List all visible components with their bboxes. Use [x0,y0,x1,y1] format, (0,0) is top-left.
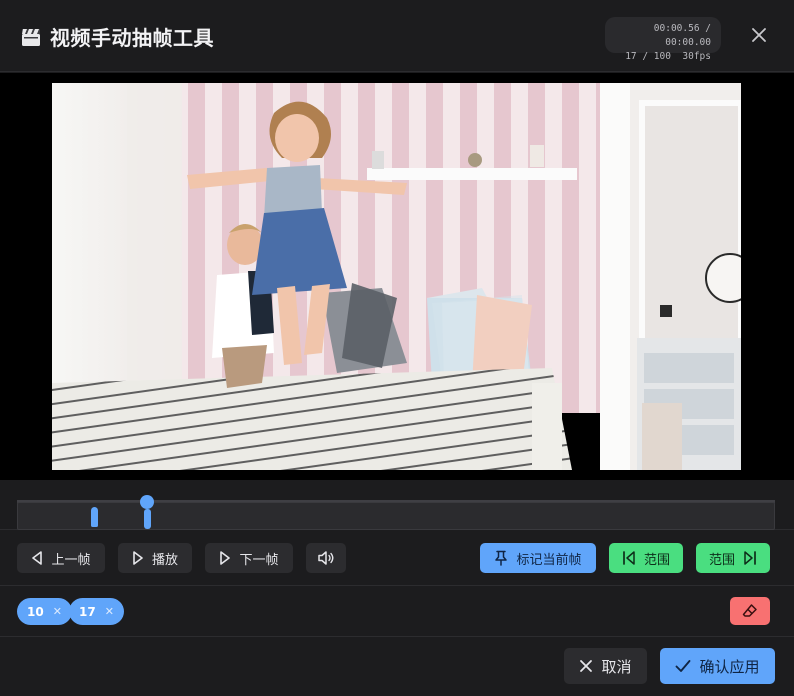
play-button[interactable]: 播放 [118,543,192,573]
close-button[interactable] [746,22,772,48]
time-position-text: 00:00.56 / 00:00.00 [653,23,711,48]
frame-marker-10[interactable] [91,507,98,527]
remove-tag-icon[interactable]: ✕ [105,605,114,618]
frame-timeline [0,480,794,530]
range-start-button[interactable]: 范围 [609,543,683,573]
video-preview-area [0,73,794,480]
prev-frame-label: 上一帧 [51,552,91,568]
mark-current-frame-button[interactable]: 标记当前帧 [480,543,596,573]
apply-button[interactable]: 确认应用 [660,648,775,684]
frame-position-text: 17 / 100 30fps [625,51,711,62]
timeline-track[interactable] [17,502,775,530]
check-icon [676,660,691,672]
frame-tag[interactable]: 17 ✕ [69,598,124,625]
play-icon [133,551,143,565]
next-frame-button[interactable]: 下一帧 [205,543,293,573]
range-end-icon [744,551,756,565]
remove-tag-icon[interactable]: ✕ [53,605,62,618]
title-group: 视频手动抽帧工具 [20,22,214,51]
pin-icon [495,550,508,566]
eraser-icon [742,604,757,617]
range-start-label: 范围 [643,552,670,568]
time-readout: 00:00.56 / 00:00.00 17 / 100 30fps [605,17,721,62]
range-end-button[interactable]: 范围 [696,543,770,573]
dialog-header: 视频手动抽帧工具 00:00.56 / 00:00.00 17 / 100 30… [0,0,794,72]
frame-tag-label: 10 [27,604,44,619]
close-icon [752,28,766,42]
cancel-label: 取消 [601,657,632,676]
volume-button[interactable] [306,543,346,573]
range-end-label: 范围 [708,552,735,568]
volume-icon [318,551,334,565]
frame-tag[interactable]: 10 ✕ [17,598,72,625]
dialog-title: 视频手动抽帧工具 [50,26,214,50]
playhead-stem[interactable] [144,509,151,529]
next-frame-label: 下一帧 [239,552,279,568]
video-frame[interactable] [52,83,741,470]
prev-frame-button[interactable]: 上一帧 [17,543,105,573]
dialog-footer: 取消 确认应用 [0,637,794,696]
playhead-handle[interactable] [140,495,154,509]
close-icon [580,660,593,672]
clapperboard-icon [20,26,42,48]
triangle-right-icon [220,551,231,565]
frame-tag-label: 17 [79,604,96,619]
clear-marks-button[interactable] [730,597,770,625]
apply-label: 确认应用 [699,657,760,676]
triangle-left-icon [32,551,43,565]
range-start-icon [623,551,635,565]
mark-current-frame-label: 标记当前帧 [516,552,582,568]
playback-controls: 上一帧 播放 下一帧 标记当前帧 范围 范围 [0,531,794,586]
marked-frames-bar: 10 ✕ 17 ✕ [0,587,794,637]
cancel-button[interactable]: 取消 [564,648,647,684]
video-frame-image [52,83,741,470]
play-label: 播放 [151,552,178,568]
